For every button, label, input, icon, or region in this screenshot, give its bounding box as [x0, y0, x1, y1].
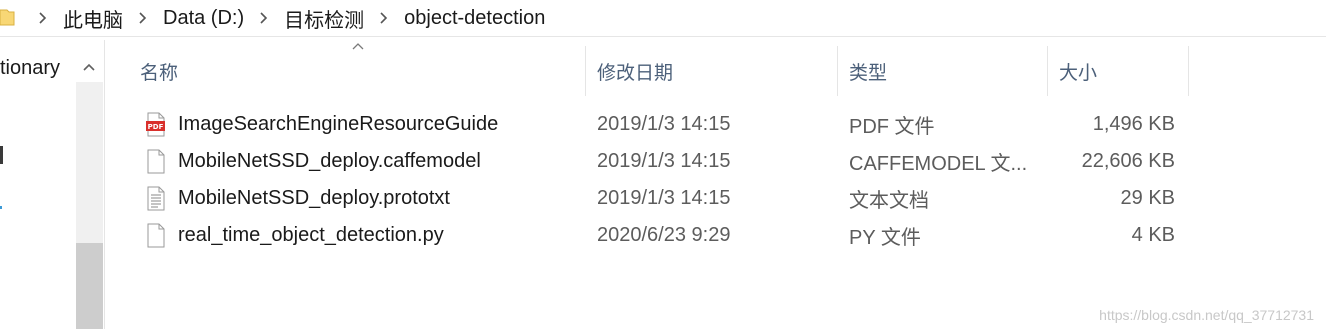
file-modified-date: 2019/1/3 14:15	[597, 150, 731, 172]
svg-text:PDF: PDF	[148, 123, 164, 131]
file-type: PY 文件	[849, 227, 921, 249]
file-size: 22,606 KB	[1081, 150, 1175, 172]
folder-icon	[0, 9, 15, 26]
breadcrumb-target-detection[interactable]: 目标检测	[281, 4, 367, 33]
column-header-date[interactable]: 修改日期	[597, 46, 837, 96]
pdf-file-icon: PDF	[146, 112, 165, 137]
file-size: 29 KB	[1120, 187, 1175, 209]
file-name: ImageSearchEngineResourceGuide	[178, 113, 499, 135]
column-divider[interactable]	[585, 46, 586, 96]
file-type: CAFFEMODEL 文...	[849, 153, 1028, 175]
file-row[interactable]: PDF ImageSearchEngineResourceGuide 2019/…	[105, 106, 1326, 143]
breadcrumb-object-detection[interactable]: object-detection	[401, 7, 548, 30]
file-name: MobileNetSSD_deploy.prototxt	[178, 187, 450, 209]
column-divider[interactable]	[837, 46, 838, 96]
file-row[interactable]: MobileNetSSD_deploy.prototxt 2019/1/3 14…	[105, 180, 1326, 217]
column-header-name[interactable]: 名称	[140, 46, 585, 96]
file-name: real_time_object_detection.py	[178, 224, 444, 246]
file-name: MobileNetSSD_deploy.caffemodel	[178, 150, 481, 172]
breadcrumb-this-pc[interactable]: 此电脑	[60, 4, 126, 33]
scroll-up-icon[interactable]	[77, 56, 101, 78]
file-size: 1,496 KB	[1092, 113, 1175, 135]
blank-file-icon	[147, 223, 165, 248]
breadcrumb: 此电脑 Data (D:) 目标检测 object-detection	[36, 0, 548, 36]
chevron-right-icon[interactable]	[138, 11, 148, 25]
nav-item-glyph	[0, 206, 2, 209]
text-file-icon	[147, 186, 165, 211]
file-modified-date: 2020/6/23 9:29	[597, 224, 731, 246]
chevron-right-icon[interactable]	[379, 11, 389, 25]
watermark: https://blog.csdn.net/qq_37712731	[1099, 307, 1314, 323]
file-type: 文本文档	[849, 190, 929, 212]
nav-item-label[interactable]: tionary	[0, 57, 60, 80]
file-modified-date: 2019/1/3 14:15	[597, 187, 731, 209]
navigation-pane: tionary	[0, 40, 105, 329]
chevron-right-icon[interactable]	[38, 11, 48, 25]
column-divider[interactable]	[1047, 46, 1048, 96]
file-type: PDF 文件	[849, 116, 935, 138]
column-header-date-label: 修改日期	[597, 62, 674, 84]
column-header-type[interactable]: 类型	[849, 46, 1047, 96]
nav-item-glyph	[0, 146, 3, 164]
file-size: 4 KB	[1131, 224, 1175, 246]
column-header-name-label: 名称	[140, 62, 179, 84]
column-header-row: 名称 修改日期 类型 大小	[105, 43, 1326, 96]
column-header-type-label: 类型	[849, 62, 888, 84]
file-list: PDF ImageSearchEngineResourceGuide 2019/…	[105, 106, 1326, 254]
blank-file-icon	[147, 149, 165, 174]
file-row[interactable]: real_time_object_detection.py 2020/6/23 …	[105, 217, 1326, 254]
column-divider[interactable]	[1188, 46, 1189, 96]
file-modified-date: 2019/1/3 14:15	[597, 113, 731, 135]
file-row[interactable]: MobileNetSSD_deploy.caffemodel 2019/1/3 …	[105, 143, 1326, 180]
chevron-right-icon[interactable]	[259, 11, 269, 25]
column-header-size-label: 大小	[1059, 62, 1098, 84]
address-bar[interactable]: 此电脑 Data (D:) 目标检测 object-detection	[0, 0, 1326, 37]
scrollbar-thumb[interactable]	[76, 243, 103, 329]
column-header-size[interactable]: 大小	[1059, 46, 1187, 96]
breadcrumb-drive-d[interactable]: Data (D:)	[160, 7, 247, 30]
file-explorer-window: 此电脑 Data (D:) 目标检测 object-detection tion…	[0, 0, 1326, 329]
